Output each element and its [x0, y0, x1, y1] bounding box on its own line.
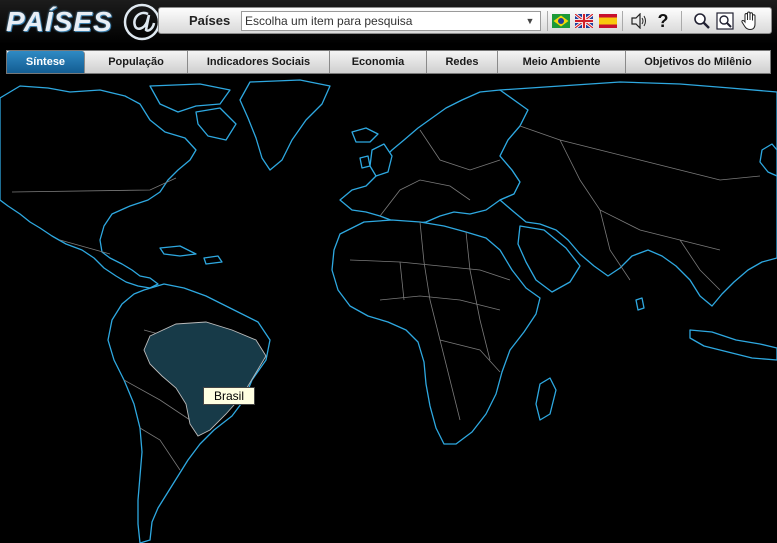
country-tooltip: Brasil [203, 387, 256, 405]
tab-meio-ambiente[interactable]: Meio Ambiente [498, 51, 626, 73]
north-america [0, 85, 197, 289]
toolbar: Países ▼ [158, 7, 772, 34]
search-label: Países [189, 13, 231, 28]
logo: PAÍSES [6, 2, 161, 41]
search-input[interactable] [242, 12, 522, 30]
ireland [359, 155, 371, 169]
logo-text: PAÍSES [6, 6, 113, 37]
help-icon[interactable]: ? [653, 11, 673, 31]
iceland [351, 127, 379, 143]
tab-sintese[interactable]: Síntese [7, 51, 85, 73]
madagascar [535, 377, 557, 421]
cuba [159, 245, 197, 257]
tab-indicadores-sociais[interactable]: Indicadores Sociais [188, 51, 330, 73]
great-britain [369, 143, 393, 177]
greenland [239, 79, 331, 171]
indonesia [689, 329, 777, 361]
spanish-flag-icon[interactable] [598, 11, 618, 31]
divider [622, 11, 623, 31]
search-select[interactable]: ▼ [241, 11, 541, 31]
english-uk-flag-icon[interactable] [574, 11, 594, 31]
hispaniola [203, 255, 223, 265]
world-map[interactable] [0, 76, 777, 543]
pan-hand-icon[interactable] [739, 11, 759, 31]
divider [681, 11, 682, 31]
zoom-area-icon[interactable] [715, 11, 735, 31]
divider [547, 11, 548, 31]
baffin-island [195, 107, 237, 141]
tab-populacao[interactable]: População [85, 51, 188, 73]
tab-redes[interactable]: Redes [427, 51, 498, 73]
africa [331, 219, 541, 445]
portuguese-brazil-flag-icon[interactable] [551, 11, 571, 31]
app-header: PAÍSES Países ▼ [0, 0, 777, 44]
tab-objetivos-do-milenio[interactable]: Objetivos do Milênio [626, 51, 770, 73]
tab-economia[interactable]: Economia [330, 51, 427, 73]
sri-lanka [635, 297, 645, 311]
chevron-down-icon[interactable]: ▼ [522, 13, 538, 29]
tab-bar: Síntese População Indicadores Sociais Ec… [6, 50, 771, 74]
speaker-icon[interactable] [629, 11, 649, 31]
zoom-in-icon[interactable] [692, 11, 712, 31]
logo-at-icon [123, 3, 161, 41]
